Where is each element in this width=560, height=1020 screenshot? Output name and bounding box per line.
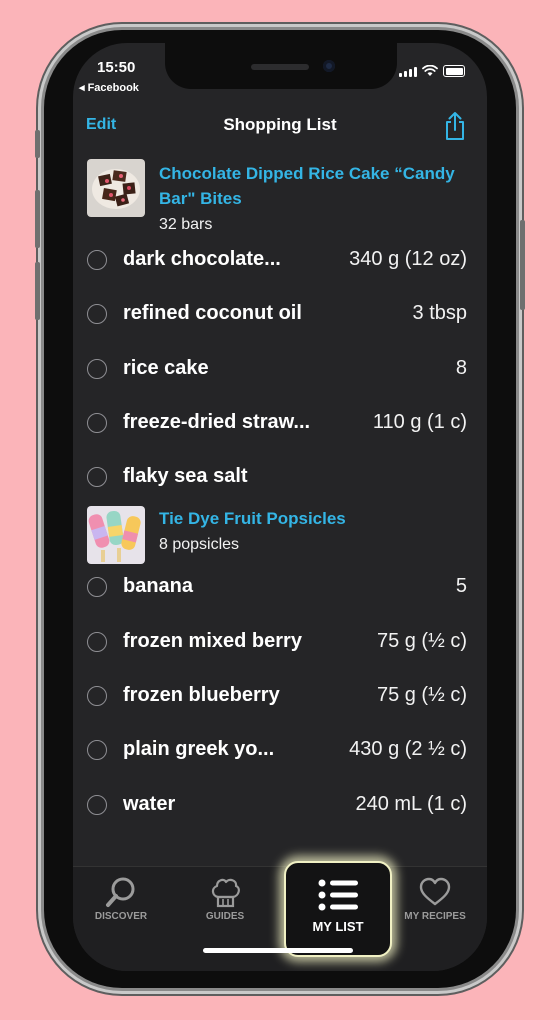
item-name: refined coconut oil (123, 302, 302, 325)
search-icon (106, 877, 135, 907)
list-item[interactable]: dark chocolate... 340 g (12 oz) (73, 235, 487, 289)
item-quantity: 430 g (2 ½ c) (349, 738, 467, 761)
item-quantity: 75 g (½ c) (376, 684, 467, 707)
home-indicator[interactable] (203, 948, 353, 953)
item-quantity: 8 (455, 356, 467, 379)
item-name: freeze-dried straw... (123, 410, 311, 433)
tab-bar: DISCOVER GUIDES MY LIST MY RECIPES (73, 861, 487, 971)
item-name: plain greek yo... (123, 738, 275, 761)
item-checkbox[interactable] (87, 740, 107, 761)
list-item[interactable]: flaky sea salt (73, 452, 487, 506)
list-item[interactable]: freeze-dried straw... 110 g (1 c) (73, 398, 487, 452)
tab-guides[interactable]: GUIDES (177, 867, 273, 922)
status-time: 15:50 (97, 59, 136, 76)
tab-label: MY LIST (312, 919, 364, 934)
wifi-icon (422, 65, 438, 76)
item-name: water (123, 792, 176, 815)
status-icons (399, 65, 465, 77)
item-checkbox[interactable] (87, 794, 107, 815)
list-icon (318, 879, 358, 911)
tab-my-list[interactable]: MY LIST (284, 861, 392, 957)
tab-label: GUIDES (205, 911, 245, 922)
share-icon[interactable] (443, 111, 467, 141)
item-name: dark chocolate... (123, 248, 281, 270)
item-name: frozen blueberry (123, 684, 280, 707)
list-item[interactable]: frozen mixed berry 75 g (½ c) (73, 617, 487, 671)
item-checkbox[interactable] (87, 577, 107, 598)
item-checkbox[interactable] (87, 412, 107, 433)
item-quantity: 75 g (½ c) (376, 629, 467, 652)
item-quantity: 110 g (1 c) (372, 410, 467, 433)
volume-up-button (35, 190, 40, 248)
list-item[interactable]: frozen blueberry 75 g (½ c) (73, 671, 487, 725)
item-quantity: 340 g (12 oz) (349, 248, 467, 270)
heart-icon (419, 877, 451, 906)
tab-discover[interactable]: DISCOVER (73, 867, 169, 922)
back-to-facebook-link[interactable]: ◂ Facebook (79, 81, 139, 94)
item-quantity: 3 tbsp (412, 302, 467, 325)
item-checkbox[interactable] (87, 250, 107, 270)
battery-icon (443, 65, 465, 77)
recipe-header[interactable]: Tie Dye Fruit Popsicles 8 popsicles (73, 506, 487, 565)
volume-down-button (35, 262, 40, 320)
tab-label: DISCOVER (94, 911, 148, 922)
tab-label: MY RECIPES (404, 911, 466, 922)
list-item[interactable]: plain greek yo... 430 g (2 ½ c) (73, 725, 487, 779)
item-checkbox[interactable] (87, 467, 107, 488)
camera (323, 60, 335, 72)
item-quantity: 240 mL (1 c) (355, 792, 467, 815)
page-title: Shopping List (223, 115, 337, 134)
recipe-title[interactable]: Chocolate Dipped Rice Cake “Candy Bar" B… (159, 164, 455, 208)
list-item[interactable]: rice cake 8 (73, 344, 487, 398)
shopping-list: Chocolate Dipped Rice Cake “Candy Bar" B… (73, 155, 487, 834)
chef-hat-icon (211, 878, 240, 908)
item-checkbox[interactable] (87, 358, 107, 379)
recipe-title[interactable]: Tie Dye Fruit Popsicles (159, 509, 346, 528)
list-item[interactable]: water 240 mL (1 c) (73, 780, 487, 834)
item-name: rice cake (123, 356, 209, 379)
mute-switch (35, 130, 40, 158)
item-checkbox[interactable] (87, 686, 107, 707)
signal-icon (399, 67, 417, 77)
speaker (251, 64, 309, 70)
recipe-yield: 8 popsicles (159, 536, 240, 554)
list-item[interactable]: banana 5 (73, 562, 487, 616)
power-button (520, 220, 525, 310)
recipe-thumbnail (87, 506, 145, 565)
notch (165, 43, 397, 89)
item-checkbox[interactable] (87, 631, 107, 652)
item-quantity: 5 (455, 575, 467, 598)
item-checkbox[interactable] (87, 304, 107, 325)
recipe-header[interactable]: Chocolate Dipped Rice Cake “Candy Bar" B… (73, 155, 487, 235)
item-name: frozen mixed berry (123, 629, 302, 652)
app-screen: 15:50 ◂ Facebook Edit Shopping List Choc… (73, 43, 487, 971)
recipe-thumbnail (87, 159, 145, 217)
item-name: flaky sea salt (123, 465, 248, 488)
list-item[interactable]: refined coconut oil 3 tbsp (73, 289, 487, 343)
nav-bar: Edit Shopping List (73, 111, 487, 145)
recipe-yield: 32 bars (159, 216, 213, 233)
tab-my-recipes[interactable]: MY RECIPES (387, 867, 483, 922)
item-name: banana (123, 575, 194, 598)
